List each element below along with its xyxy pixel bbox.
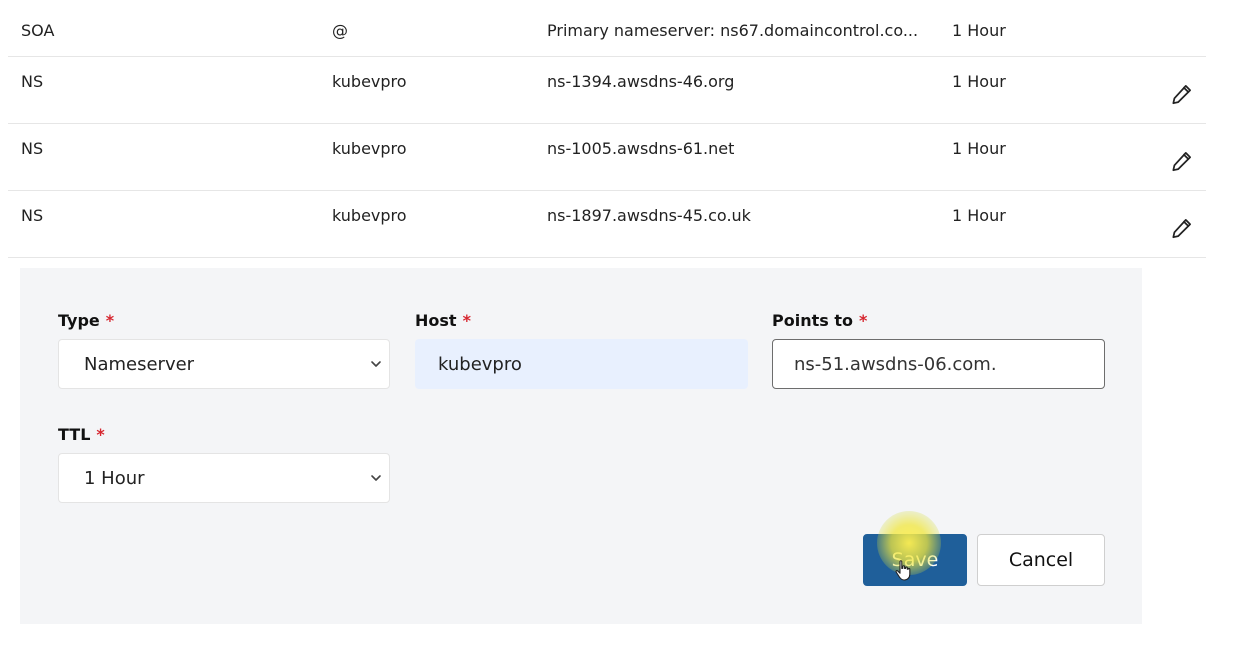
ttl-select[interactable]: 1 Hour [58,453,390,503]
chevron-down-icon [371,475,381,481]
points-to-input-value: ns-51.awsdns-06.com. [794,353,997,375]
add-record-form: Type * Nameserver Host * kubevpro Points t… [20,268,1142,624]
record-type: NS [21,139,44,158]
required-marker: * [105,311,115,330]
table-row: NS kubevpro ns-1005.awsdns-61.net 1 Hour [8,124,1206,191]
record-value: ns-1897.awsdns-45.co.uk [547,206,751,225]
chevron-down-icon [371,361,381,367]
record-ttl: 1 Hour [952,21,1006,40]
type-select[interactable]: Nameserver [58,339,390,389]
record-value: ns-1394.awsdns-46.org [547,72,735,91]
cancel-button[interactable]: Cancel [977,534,1105,586]
record-ttl: 1 Hour [952,139,1006,158]
table-row: SOA @ Primary nameserver: ns67.domaincon… [8,6,1206,57]
pencil-icon [1172,152,1191,172]
ttl-label: TTL * [58,425,105,444]
record-type: SOA [21,21,55,40]
points-to-input[interactable]: ns-51.awsdns-06.com. [772,339,1105,389]
pencil-icon [1172,219,1191,239]
type-select-value: Nameserver [84,353,195,375]
cancel-button-label: Cancel [1008,549,1074,571]
edit-record-button[interactable] [1166,78,1198,110]
host-label: Host * [415,311,471,330]
ttl-label-text: TTL [58,425,91,444]
record-host: kubevpro [332,206,407,225]
points-to-label-text: Points to [772,311,853,330]
record-ttl: 1 Hour [952,206,1006,225]
points-to-label: Points to * [772,311,867,330]
record-host: @ [332,21,348,40]
record-ttl: 1 Hour [952,72,1006,91]
required-marker: * [858,311,868,330]
dns-records-page: SOA @ Primary nameserver: ns67.domaincon… [0,0,1255,645]
save-button[interactable]: Save [863,534,967,586]
table-row: NS kubevpro ns-1897.awsdns-45.co.uk 1 Ho… [8,191,1206,258]
record-host: kubevpro [332,139,407,158]
required-marker: * [462,311,471,330]
record-type: NS [21,72,44,91]
edit-record-button[interactable] [1166,212,1198,244]
save-button-label: Save [891,549,939,571]
host-input-value: kubevpro [438,353,522,375]
type-label: Type * [58,311,114,330]
record-value: Primary nameserver: ns67.domaincontrol.c… [547,21,919,40]
required-marker: * [96,425,105,444]
edit-record-button[interactable] [1166,145,1198,177]
ttl-select-value: 1 Hour [84,467,145,489]
dns-records-table: SOA @ Primary nameserver: ns67.domaincon… [8,6,1206,258]
record-host: kubevpro [332,72,407,91]
record-type: NS [21,206,44,225]
table-row: NS kubevpro ns-1394.awsdns-46.org 1 Hour [8,57,1206,124]
record-value: ns-1005.awsdns-61.net [547,139,735,158]
host-input[interactable]: kubevpro [415,339,748,389]
type-label-text: Type [58,311,100,330]
pencil-icon [1172,85,1191,105]
host-label-text: Host [415,311,457,330]
